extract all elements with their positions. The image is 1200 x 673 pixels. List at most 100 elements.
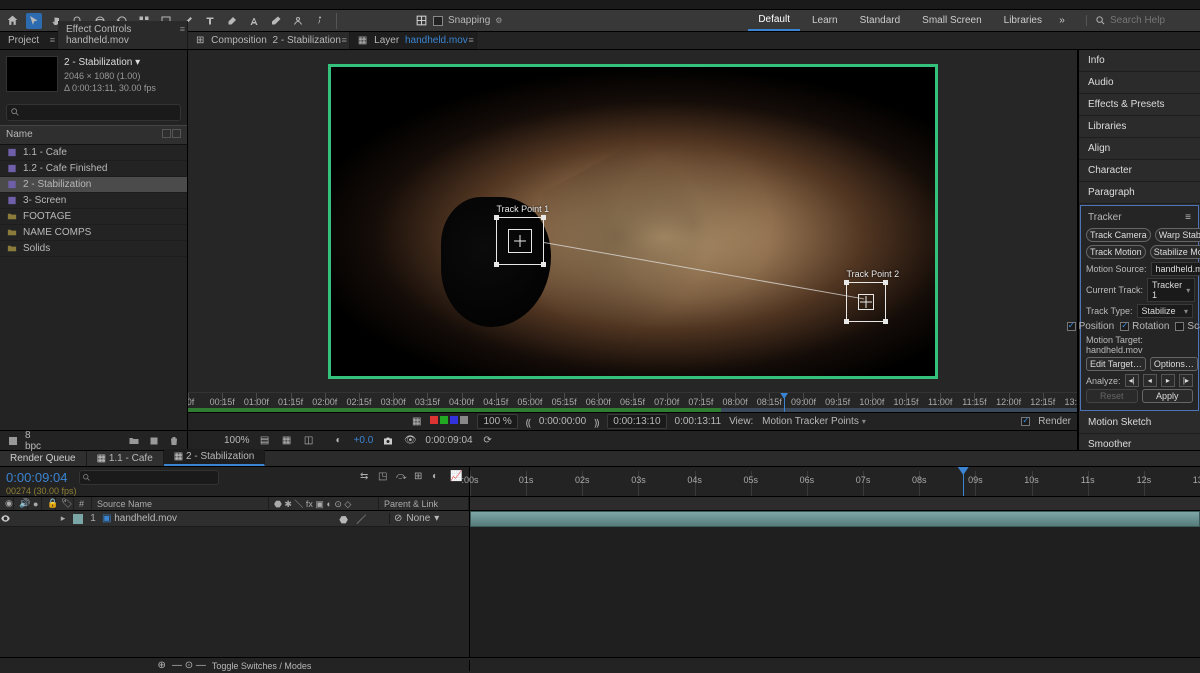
mask-visibility-icon[interactable]: ◫ — [302, 434, 316, 448]
trash-icon[interactable] — [167, 434, 181, 448]
project-item[interactable]: 1.2 - Cafe Finished — [0, 161, 187, 177]
panel-menu-icon[interactable]: ≡ — [1185, 212, 1191, 223]
layer-duration-tc[interactable]: 0:00:13:11 — [675, 416, 722, 427]
workspace-default[interactable]: Default — [748, 10, 800, 31]
tab-composition[interactable]: ⊞ Composition 2 - Stabilization ≡ — [188, 32, 350, 49]
interpret-footage-icon[interactable] — [6, 434, 20, 448]
tab-layer[interactable]: ▦ Layer handheld.mov ≡ — [350, 32, 477, 49]
timeline-search-input[interactable] — [79, 470, 219, 485]
project-item[interactable]: 2 - Stabilization — [0, 177, 187, 193]
snapping-checkbox[interactable] — [433, 16, 443, 26]
snapping-options-icon[interactable]: ⚙ — [495, 16, 502, 25]
panel-info[interactable]: Info — [1079, 50, 1200, 72]
layer-in-tc[interactable]: 0:00:00:00 — [539, 416, 586, 427]
timeline-current-timecode[interactable]: 0:00:09:04 — [6, 470, 67, 485]
draft3d-icon[interactable]: ◳ — [378, 471, 391, 484]
label-color-columns[interactable] — [161, 129, 181, 141]
render-checkbox[interactable] — [1021, 417, 1030, 426]
zoom-slider-icon[interactable]: ― ⊙ ― — [172, 660, 206, 671]
viewer-canvas[interactable]: Track Point 1 Track Point 2 — [188, 50, 1077, 392]
panel-menu-icon[interactable]: ≡ — [342, 35, 347, 45]
exposure-value[interactable]: +0.0 — [354, 435, 374, 446]
puppet-tool[interactable] — [312, 13, 328, 29]
layer-label-color[interactable] — [73, 514, 83, 524]
parent-col[interactable]: Parent & Link — [379, 497, 469, 510]
workspace-small-screen[interactable]: Small Screen — [912, 11, 991, 30]
track-type-dropdown[interactable]: Stabilize — [1137, 304, 1193, 318]
track-point-2[interactable]: Track Point 2 — [846, 282, 886, 322]
audio-switch-col[interactable]: 🔊 — [14, 497, 28, 510]
panel-character[interactable]: Character — [1079, 160, 1200, 182]
source-name-col[interactable]: Source Name — [92, 497, 269, 510]
comp-current-tc[interactable]: 0:00:09:04 — [425, 435, 472, 446]
new-folder-icon[interactable] — [127, 434, 141, 448]
layer-current-tc[interactable]: 0:00:13:10 — [607, 414, 666, 429]
tracker-apply-button[interactable]: Apply — [1142, 389, 1194, 403]
rotation-checkbox[interactable]: Rotation — [1120, 321, 1169, 332]
project-search-input[interactable] — [6, 104, 181, 121]
tracker-reset-button[interactable]: Reset — [1086, 389, 1138, 403]
timeline-cti[interactable] — [963, 467, 964, 496]
project-item[interactable]: Solids — [0, 241, 187, 257]
region-of-interest-icon[interactable]: ▦ — [412, 416, 421, 427]
analyze-backward[interactable]: ◂ — [1143, 374, 1157, 387]
layer-parent-dropdown[interactable]: ⊘ None ▾ — [389, 513, 469, 524]
roto-tool[interactable] — [290, 13, 306, 29]
timeline-track-area[interactable] — [470, 511, 1200, 657]
show-snapshot-icon[interactable]: 👁 — [403, 434, 417, 448]
layer-zoom-value[interactable]: 100 % — [477, 414, 517, 429]
project-columns-header[interactable]: Name — [0, 125, 187, 145]
panel-menu-icon[interactable]: ≡ — [180, 24, 185, 34]
project-item[interactable]: NAME COMPS — [0, 225, 187, 241]
analyze-forward-one[interactable]: |▸ — [1179, 374, 1193, 387]
edit-target-button[interactable]: Edit Target… — [1086, 357, 1146, 371]
preview-icon[interactable]: ⟳ — [481, 434, 495, 448]
layer-clip-bar[interactable] — [470, 511, 1200, 527]
tab-render-queue[interactable]: Render Queue — [0, 451, 87, 466]
panel-libraries[interactable]: Libraries — [1079, 116, 1200, 138]
motion-source-dropdown[interactable]: handheld.mov — [1151, 262, 1200, 276]
comp-zoom-dropdown[interactable]: 100% — [224, 435, 250, 446]
home-icon[interactable] — [4, 13, 20, 29]
scale-checkbox[interactable]: Scale — [1175, 321, 1200, 332]
track-motion-button[interactable]: Track Motion — [1086, 245, 1146, 259]
project-item[interactable]: 1.1 - Cafe — [0, 145, 187, 161]
workspace-learn[interactable]: Learn — [802, 11, 848, 30]
tab-comp-cafe[interactable]: ▦ 1.1 - Cafe — [87, 451, 164, 466]
shy-icon[interactable]: ⤼ — [396, 471, 409, 484]
workspace-overflow[interactable]: » — [1054, 15, 1070, 26]
eraser-tool[interactable] — [268, 13, 284, 29]
toggle-alpha-icon[interactable]: ◐ — [332, 434, 346, 448]
clone-tool[interactable] — [246, 13, 262, 29]
twirl-icon[interactable]: ▸ — [56, 513, 70, 524]
current-track-dropdown[interactable]: Tracker 1 — [1147, 278, 1195, 302]
solo-switch-col[interactable]: ● — [28, 497, 42, 510]
panel-align[interactable]: Align — [1079, 138, 1200, 160]
type-tool[interactable] — [202, 13, 218, 29]
position-checkbox[interactable]: Position — [1067, 321, 1115, 332]
tab-project[interactable]: Project≡ — [0, 32, 58, 49]
panel-effects-presets[interactable]: Effects & Presets — [1079, 94, 1200, 116]
panel-motion-sketch[interactable]: Motion Sketch — [1079, 412, 1200, 434]
snapshot-icon[interactable] — [381, 434, 395, 448]
tab-comp-stabilization[interactable]: ▦ 2 - Stabilization — [164, 449, 266, 466]
toggle-switches-icon[interactable]: ⊕ — [158, 660, 166, 671]
workspace-standard[interactable]: Standard — [850, 11, 911, 30]
analyze-back-one[interactable]: ◂| — [1125, 374, 1139, 387]
channel-swatches[interactable] — [429, 416, 469, 427]
workspace-libraries[interactable]: Libraries — [994, 11, 1052, 30]
video-switch-col[interactable]: ◉ — [0, 497, 14, 510]
grid-icon[interactable]: ▦ — [280, 434, 294, 448]
warp-stabilizer-button[interactable]: Warp Stabilizer — [1155, 228, 1200, 242]
lock-switch-col[interactable]: 🔒 — [42, 497, 56, 510]
color-depth-toggle[interactable]: 8 bpc — [26, 434, 40, 448]
snapping-toggle[interactable]: Snapping ⚙ — [415, 14, 502, 27]
resolution-icon[interactable]: ▤ — [258, 434, 272, 448]
panel-menu-icon[interactable]: ≡ — [469, 35, 474, 45]
analyze-forward[interactable]: ▸ — [1161, 374, 1175, 387]
video-switch[interactable] — [0, 513, 14, 524]
timeline-ruler[interactable]: :00s01s02s03s04s05s06s07s08s09s10s11s12s… — [470, 467, 1200, 496]
out-point-icon[interactable]: ⸩ — [594, 415, 599, 429]
selection-tool[interactable] — [26, 13, 42, 29]
new-comp-icon[interactable] — [147, 434, 161, 448]
